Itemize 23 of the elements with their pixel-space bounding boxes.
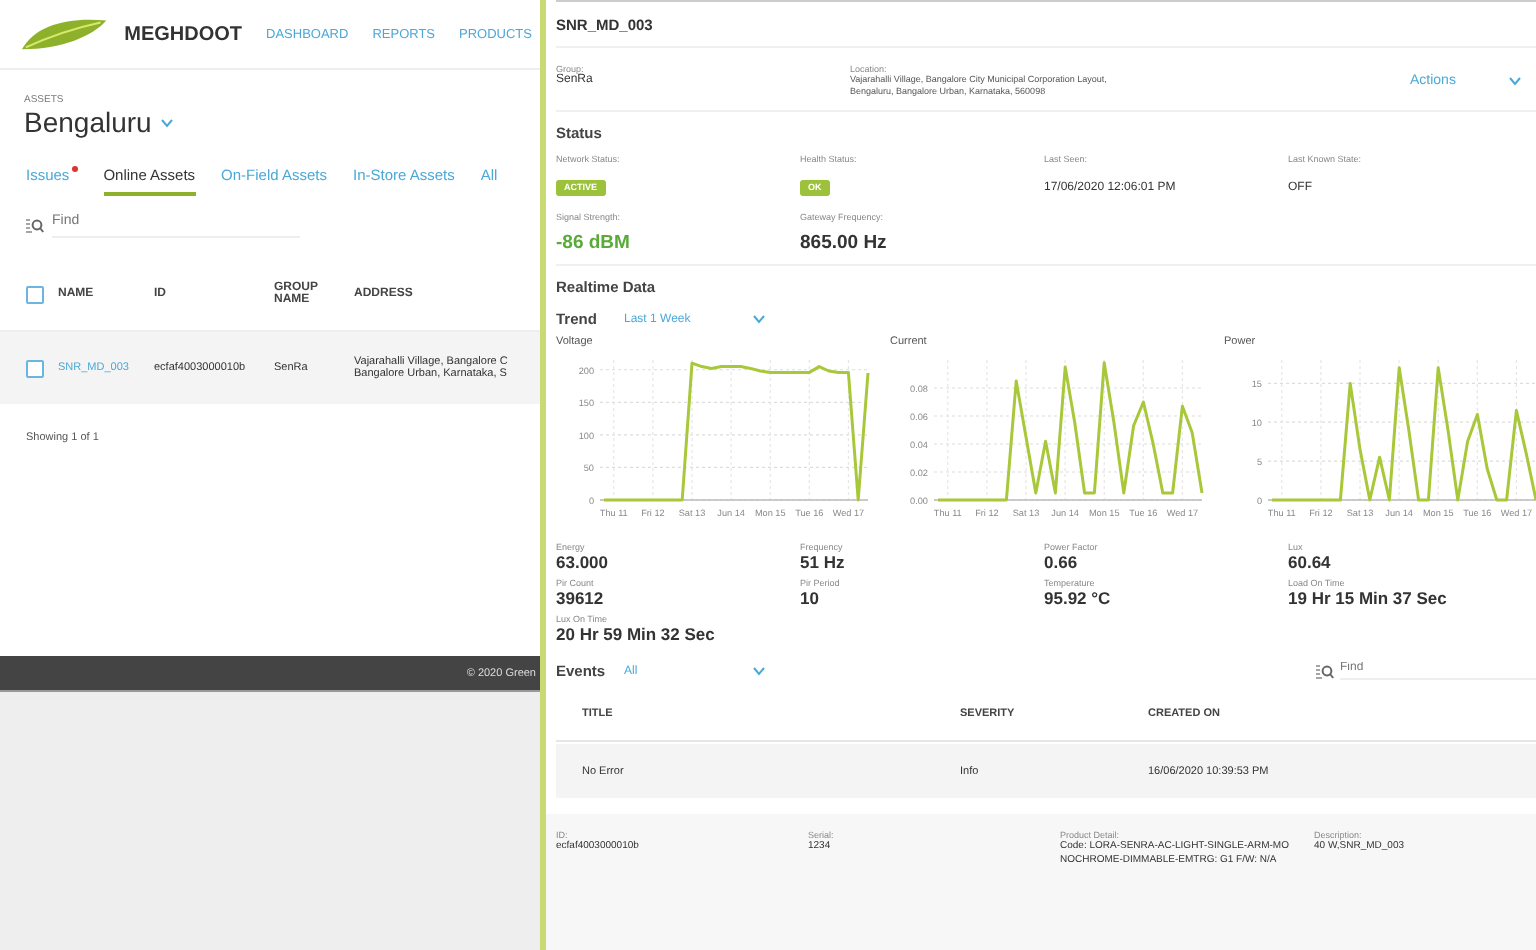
metric-value: 10 <box>800 588 821 609</box>
metric-value: 19 Hr 15 Min 37 Sec <box>1288 588 1449 609</box>
city-title: Bengaluru <box>24 106 152 138</box>
caret-icon[interactable] <box>752 666 766 677</box>
search-icon <box>1316 663 1334 680</box>
metric-value: 95.92 °C <box>1044 588 1113 609</box>
metric-value: 0.66 <box>1044 552 1080 573</box>
field-value: 865.00 Hz <box>800 232 887 255</box>
caret-icon[interactable] <box>159 117 174 127</box>
metric-value: 51 Hz <box>800 552 847 573</box>
metric-value: 60.64 <box>1288 552 1333 573</box>
brand-name: MEGHDOOT <box>124 23 243 45</box>
checkbox[interactable] <box>26 359 44 377</box>
metric-value: 39612 <box>556 588 606 609</box>
caret-icon[interactable] <box>1507 76 1522 87</box>
caret-icon[interactable] <box>752 314 766 325</box>
leaf-logo-icon <box>20 16 109 52</box>
metric-value: 63.000 <box>556 552 610 573</box>
metric-value: 20 Hr 59 Min 32 Sec <box>556 624 717 645</box>
alert-dot <box>71 166 78 172</box>
field-value: -86 dBM <box>556 232 630 255</box>
search-icon <box>26 218 44 234</box>
checkbox[interactable] <box>26 285 44 303</box>
